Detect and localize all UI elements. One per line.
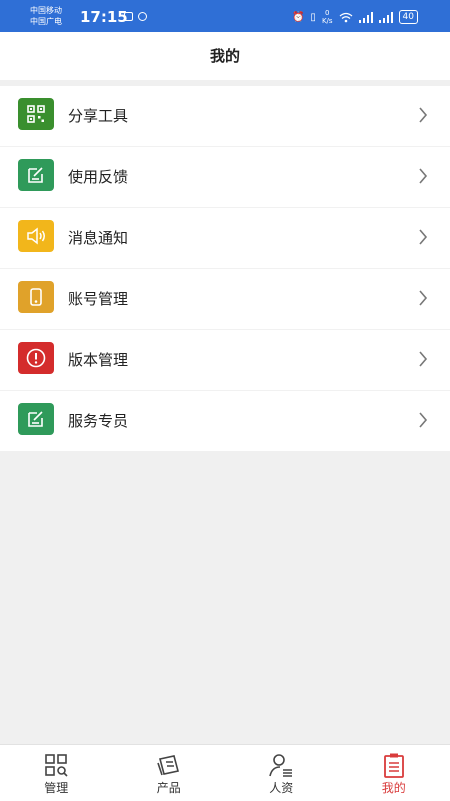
qr-code-icon bbox=[18, 98, 54, 130]
chevron-right-icon bbox=[418, 168, 428, 184]
tab-products[interactable]: 产品 bbox=[113, 745, 226, 801]
edit-note-icon bbox=[18, 159, 54, 191]
menu-item-notifications[interactable]: 消息通知 bbox=[0, 208, 450, 269]
person-list-icon bbox=[267, 751, 295, 779]
chevron-right-icon bbox=[418, 229, 428, 245]
menu-item-label: 分享工具 bbox=[68, 86, 128, 146]
menu-item-feedback[interactable]: 使用反馈 bbox=[0, 147, 450, 208]
grid-search-icon bbox=[42, 751, 70, 779]
vibrate-icon: ▯ bbox=[310, 12, 316, 23]
menu-item-share-tools[interactable]: 分享工具 bbox=[0, 86, 450, 147]
settings-menu: 分享工具 使用反馈 消息通知 bbox=[0, 86, 450, 451]
battery-indicator: 40 bbox=[399, 10, 418, 24]
chevron-right-icon bbox=[418, 290, 428, 306]
page-title: 我的 bbox=[0, 32, 450, 80]
status-icons: ⏰ ▯ 0 K/s 40 bbox=[292, 9, 418, 25]
tab-manage[interactable]: 管理 bbox=[0, 745, 113, 801]
clock: 17:15 bbox=[80, 8, 128, 26]
signal-icon-2 bbox=[379, 12, 393, 23]
tab-mine[interactable]: 我的 bbox=[338, 745, 450, 801]
wechat-icon bbox=[138, 12, 147, 21]
menu-item-label: 使用反馈 bbox=[68, 147, 128, 207]
chevron-right-icon bbox=[418, 351, 428, 367]
carrier-info: 中国移动 中国广电 bbox=[30, 5, 62, 27]
tab-hr[interactable]: 人资 bbox=[225, 745, 338, 801]
product-icon bbox=[155, 751, 183, 779]
menu-item-label: 服务专员 bbox=[68, 391, 128, 451]
menu-item-version[interactable]: 版本管理 bbox=[0, 330, 450, 391]
menu-item-label: 账号管理 bbox=[68, 269, 128, 329]
alert-icon bbox=[18, 342, 54, 374]
bottom-tab-bar: 管理 产品 人资 我的 bbox=[0, 744, 450, 801]
status-bar: 中国移动 中国广电 17:15 ⏰ ▯ 0 K/s 40 bbox=[0, 0, 450, 32]
tab-label: 管理 bbox=[0, 779, 113, 796]
speaker-icon bbox=[18, 220, 54, 252]
carrier-1: 中国移动 bbox=[30, 5, 62, 16]
tab-label: 我的 bbox=[338, 779, 450, 796]
wifi-icon bbox=[339, 12, 353, 23]
tab-label: 产品 bbox=[113, 779, 226, 796]
clipboard-icon bbox=[380, 751, 408, 779]
alarm-icon: ⏰ bbox=[292, 12, 304, 23]
network-speed: 0 K/s bbox=[322, 9, 333, 25]
chevron-right-icon bbox=[418, 412, 428, 428]
tab-label: 人资 bbox=[225, 779, 338, 796]
nfc-icon bbox=[124, 12, 133, 21]
menu-item-account[interactable]: 账号管理 bbox=[0, 269, 450, 330]
menu-item-service-agent[interactable]: 服务专员 bbox=[0, 391, 450, 451]
phone-icon bbox=[18, 281, 54, 313]
menu-item-label: 版本管理 bbox=[68, 330, 128, 390]
edit-note-icon bbox=[18, 403, 54, 435]
chevron-right-icon bbox=[418, 107, 428, 123]
carrier-2: 中国广电 bbox=[30, 16, 62, 27]
signal-icon bbox=[359, 12, 373, 23]
menu-item-label: 消息通知 bbox=[68, 208, 128, 268]
